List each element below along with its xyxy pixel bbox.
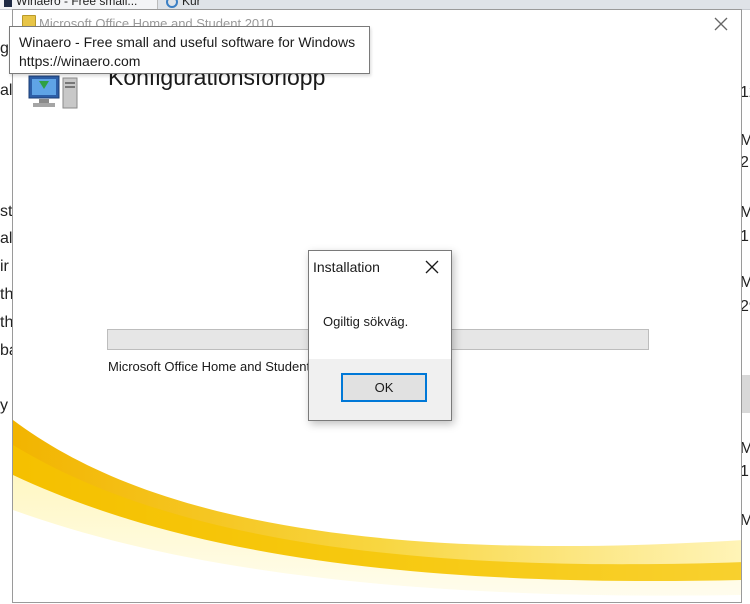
progress-status-text: Microsoft Office Home and Student 2 [108,359,321,374]
tooltip-url: https://winaero.com [19,53,141,69]
browser-tab-winaero[interactable]: Winaero - Free small... [0,0,158,9]
tab-tooltip: Winaero - Free small and useful software… [9,26,370,74]
dialog-message: Ogiltig sökväg. [323,314,409,329]
browser-tab-kur[interactable]: Kur [166,0,226,9]
background-text-fragment: th [0,286,12,303]
office-swoosh-decoration [13,420,741,602]
browser-tab-label: Kur [182,0,201,8]
ok-button[interactable]: OK [341,373,427,402]
winaero-square-icon [4,0,12,7]
dialog-title: Installation [313,259,380,275]
computer-icon [28,75,78,109]
installation-dialog: Installation Ogiltig sökväg. OK [308,250,452,421]
close-icon [714,17,728,31]
dialog-close-button[interactable] [417,254,447,280]
background-text-fragment: th [0,314,12,331]
close-icon [425,260,439,274]
installer-close-button[interactable] [711,13,731,35]
browser-tab-label: Winaero - Free small... [16,0,138,8]
tooltip-title: Winaero - Free small and useful software… [19,34,356,50]
background-text-fragment: y i [0,397,12,414]
background-text-fragment: ir [0,258,9,275]
background-text-fragment: al [0,82,12,99]
dialog-button-area: OK [309,359,451,420]
background-text-fragment: ba [0,342,12,359]
site-circle-icon [166,0,178,8]
background-text-fragment: st [0,203,12,220]
background-text-fragment: al [0,230,12,247]
